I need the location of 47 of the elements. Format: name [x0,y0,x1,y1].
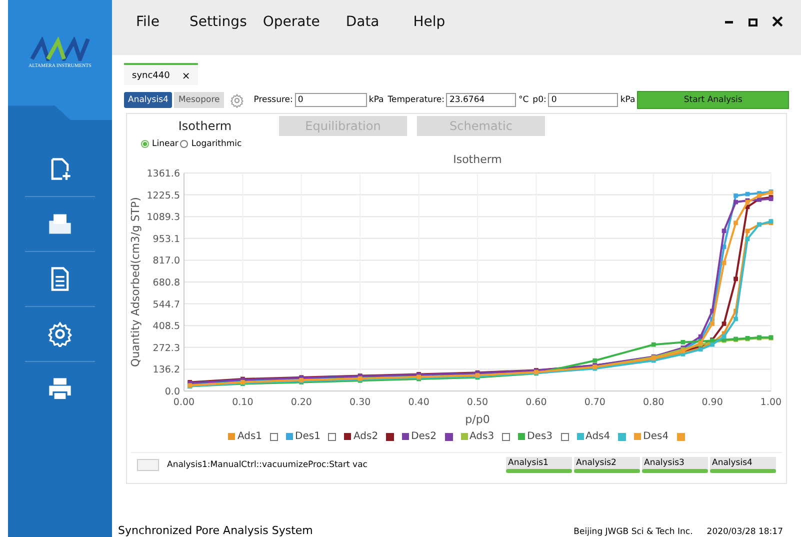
x-tick-label: 0.20 [290,397,312,408]
y-tick-label: 1225.5 [146,190,180,202]
y-tick-label: 136.2 [152,364,180,376]
x-tick-label: 0.60 [526,397,547,408]
y-tick-label: 817.0 [152,256,180,267]
legend-label: Des4 [643,431,669,442]
y-tick-label: 272.3 [152,342,180,354]
y-tick-label: 1361.6 [146,168,180,180]
x-tick-label: 1.00 [760,397,782,408]
date-time: 2020/03/28 18:17 [706,527,783,537]
field-label: p0: [532,95,546,105]
field-label: Pressure: [254,95,293,105]
analysis-label: Analysis2 [575,457,618,469]
analysis-label: Analysis1 [507,457,550,469]
analysis-label: Analysis3 [643,457,686,469]
analysis-label: Analysis4 [711,457,754,469]
unit-label: kPa [368,95,384,105]
legend-label: Ads4 [586,431,610,442]
x-tick-label: 0.00 [173,397,195,408]
y-tick-label: 1089.3 [146,212,180,224]
y-axis-label: Quantity Adsorbed(cm3/g STP) [129,197,142,367]
y-tick-label: 953.1 [152,234,180,245]
unit-label: kPa [620,95,636,105]
x-tick-label: 0.50 [466,397,488,408]
company-name: Beijing JWGB Sci & Tech Inc. [574,527,693,537]
x-tick-label: 0.70 [584,397,606,408]
app-name: Synchronized Pore Analysis System [118,524,313,537]
legend-label: Des3 [527,431,553,442]
y-tick-label: 0.0 [164,386,180,398]
legend-label: Ads3 [470,431,494,442]
x-tick-label: 0.80 [643,397,664,408]
legend-label: Ads2 [353,431,378,442]
y-tick-label: 680.8 [152,278,180,288]
x-tick-label: 0.10 [232,397,254,408]
status-message: Analysis1:ManualCtrl::vacuumizeProc:Start vac [167,460,368,470]
legend-label: Des1 [295,431,320,442]
x-tick-label: 0.40 [408,397,430,408]
legend-label: Des2 [411,431,436,442]
x-tick-label: 0.90 [702,397,723,408]
x-tick-label: 0.30 [350,397,371,408]
y-tick-label: 408.5 [152,321,180,332]
chart-title: Isotherm [453,153,502,166]
legend-label: Ads1 [237,431,262,442]
x-axis-label: p/p0 [465,413,490,426]
y-tick-label: 544.7 [152,299,180,310]
unit-label: °C [518,95,529,105]
field-label: Temperature: [388,95,444,105]
